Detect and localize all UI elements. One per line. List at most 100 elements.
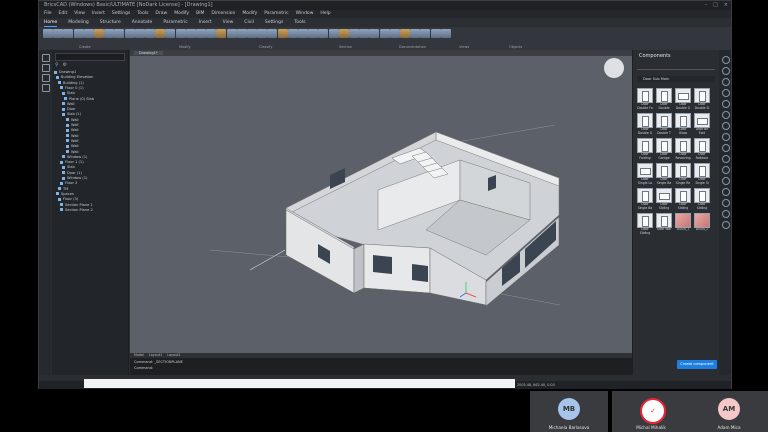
menu-item[interactable]: Tools <box>137 10 148 18</box>
component-tile[interactable]: Door Folding <box>637 138 653 160</box>
component-tile[interactable]: Door Wal <box>656 213 672 235</box>
menu-item[interactable]: Help <box>320 10 330 18</box>
components-search-input[interactable] <box>637 64 715 70</box>
menu-item[interactable]: Modify <box>174 10 189 18</box>
component-tile[interactable]: Door Double G <box>675 88 691 110</box>
ribbon-tab[interactable]: Structure <box>100 18 121 27</box>
ribbon-tool-icon[interactable] <box>430 29 441 38</box>
tree-item[interactable]: Wall <box>62 102 75 107</box>
ribbon-tool-icon[interactable] <box>216 29 227 38</box>
settings-icon[interactable]: ⚙ <box>63 62 67 68</box>
ribbon-tool-icon[interactable] <box>420 29 431 38</box>
panel-toggle-icon[interactable] <box>722 210 730 218</box>
ribbon-tool-icon[interactable] <box>308 29 319 38</box>
ribbon-tool-icon[interactable] <box>247 29 257 38</box>
menu-item[interactable]: View <box>74 10 85 18</box>
ribbon-tool-icon[interactable] <box>298 29 308 38</box>
ribbon-tool-icon[interactable] <box>287 29 298 38</box>
panel-toggle-icon[interactable] <box>722 133 730 141</box>
tree-item[interactable]: Wall <box>66 134 79 139</box>
ribbon-tool-icon[interactable] <box>206 29 217 38</box>
tree-item[interactable]: Window (1) <box>62 155 87 160</box>
tree-item[interactable]: Door <box>62 107 76 112</box>
ribbon-tool-icon[interactable] <box>124 29 135 38</box>
panel-toggle-icon[interactable] <box>722 144 730 152</box>
menu-item[interactable]: BIM <box>196 10 204 18</box>
ribbon-tool-icon[interactable] <box>440 29 451 38</box>
component-tile[interactable]: Door Sliding <box>675 188 691 210</box>
close-icon[interactable]: × <box>724 1 728 10</box>
ribbon-tab[interactable]: Civil <box>244 18 254 27</box>
component-tile[interactable]: DSGN_1 <box>675 213 691 235</box>
ribbon-tool-icon[interactable] <box>369 29 380 38</box>
component-tile[interactable]: Door Double T <box>656 113 672 135</box>
panel-toggle-icon[interactable] <box>722 78 730 86</box>
panel-toggle-icon[interactable] <box>722 177 730 185</box>
panel-toggle-icon[interactable] <box>722 56 730 64</box>
ribbon-tool-icon[interactable] <box>73 29 84 38</box>
ribbon-tool-icon[interactable] <box>267 29 278 38</box>
component-tile[interactable]: Door Double <box>656 88 672 110</box>
component-tile[interactable]: Door Single Sl <box>694 163 710 185</box>
component-tile[interactable]: Door Rolldoor <box>694 138 710 160</box>
tree-item[interactable]: Wall <box>66 123 79 128</box>
ribbon-tool-icon[interactable] <box>185 29 196 38</box>
ribbon-tool-icon[interactable] <box>134 29 145 38</box>
component-tile[interactable]: Door Sliding <box>694 188 710 210</box>
ribbon-tool-icon[interactable] <box>104 29 115 38</box>
tree-item[interactable]: Building Elevation <box>56 75 93 80</box>
ribbon-tab[interactable]: Home <box>44 18 58 27</box>
tree-item[interactable]: Floor 0 (1) <box>60 86 84 91</box>
panel-toggle-icon[interactable] <box>722 221 730 229</box>
ribbon-tool-icon[interactable] <box>53 29 64 38</box>
component-tile[interactable]: Door Single Re <box>675 163 691 185</box>
component-tile[interactable]: Door Single Lo <box>637 163 653 185</box>
ribbon-tab[interactable]: Annotate <box>132 18 153 27</box>
ribbon-tab[interactable]: Modeling <box>68 18 88 27</box>
ribbon-tool-icon[interactable] <box>379 29 390 38</box>
ribbon-tool-icon[interactable] <box>349 29 359 38</box>
component-tile[interactable]: Door Sliding <box>656 188 672 210</box>
menu-item[interactable]: Edit <box>59 10 68 18</box>
tree-item[interactable]: TM <box>58 187 68 192</box>
menu-item[interactable]: Insert <box>92 10 105 18</box>
tree-item[interactable]: Slab (1) <box>62 112 81 117</box>
ribbon-tool-icon[interactable] <box>145 29 155 38</box>
ribbon-tool-icon[interactable] <box>389 29 400 38</box>
component-tile[interactable]: Door Sliding <box>637 213 653 235</box>
ribbon-tool-icon[interactable] <box>114 29 125 38</box>
tree-item[interactable]: Section Plane 2 <box>60 208 93 213</box>
caption-input-bar[interactable] <box>84 379 515 388</box>
ribbon-tool-icon[interactable] <box>400 29 410 38</box>
ribbon-tool-icon[interactable] <box>43 29 53 38</box>
panel-toggle-icon[interactable] <box>722 188 730 196</box>
nav-panel-icon[interactable] <box>42 84 50 92</box>
ribbon-tool-icon[interactable] <box>338 29 349 38</box>
component-tile[interactable]: Door Garage <box>656 138 672 160</box>
tree-item[interactable]: Drawing1 <box>54 70 76 75</box>
tree-item[interactable]: Building (1) <box>58 81 84 86</box>
component-tile[interactable]: Door Double Fo <box>637 88 653 110</box>
component-tile[interactable]: Door Single Ba <box>656 163 672 185</box>
layout-tab[interactable]: Layout1 <box>149 353 162 358</box>
ribbon-tool-icon[interactable] <box>165 29 176 38</box>
layout-tab[interactable]: Layout2 <box>167 353 180 358</box>
command-line[interactable]: Model Layout1 Layout2 Command: _SECTIONPLA… <box>130 353 632 375</box>
tree-item[interactable]: Door (1) <box>62 171 82 176</box>
ribbon-tab[interactable]: Tools <box>294 18 305 27</box>
nav-panel-icon[interactable] <box>42 54 50 62</box>
tree-search-input[interactable] <box>55 53 125 61</box>
menu-item[interactable]: Draw <box>155 10 167 18</box>
ribbon-tab[interactable]: Parametric <box>163 18 187 27</box>
tree-item[interactable]: Slab <box>62 165 75 170</box>
create-component-button[interactable]: Create component <box>677 360 717 369</box>
maximize-icon[interactable]: □ <box>713 1 718 10</box>
ribbon-tool-icon[interactable] <box>277 29 288 38</box>
menu-item[interactable]: Window <box>296 10 314 18</box>
component-tile[interactable]: Door Double G <box>637 113 653 135</box>
tree-item[interactable]: Slab <box>62 91 75 96</box>
model-viewport[interactable]: Drawing1* <box>130 50 632 353</box>
tree-item[interactable]: Floor 1 (1) <box>60 160 84 165</box>
ribbon-tool-icon[interactable] <box>196 29 206 38</box>
participant-tile[interactable]: MB Michaela Barlasova <box>530 391 608 432</box>
